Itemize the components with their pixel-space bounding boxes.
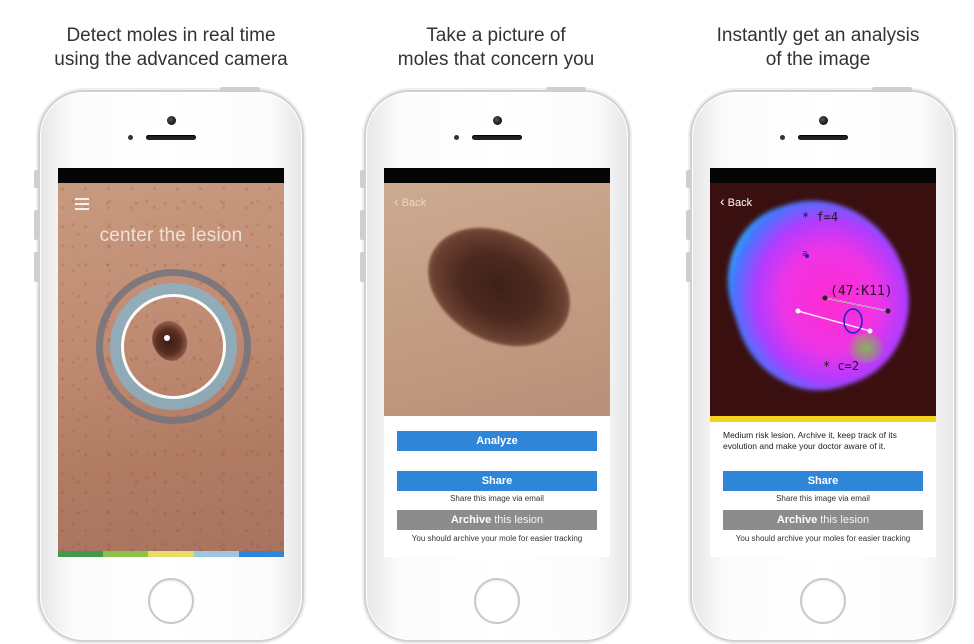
- caption-line: Instantly get an analysis: [716, 25, 920, 46]
- volume-up-button: [360, 210, 365, 240]
- home-button[interactable]: [474, 578, 520, 624]
- annotation-coords: (47:K11): [830, 284, 893, 299]
- archive-note: You should archive your moles for easier…: [735, 534, 911, 543]
- power-button: [220, 87, 260, 92]
- color-segment: [148, 551, 194, 557]
- home-button[interactable]: [148, 578, 194, 624]
- phone-camera: center the lesion: [34, 87, 302, 640]
- target-white-ring: [121, 294, 226, 399]
- mute-switch: [360, 170, 365, 188]
- share-note: Share this image via email: [776, 494, 870, 503]
- caption-line: using the advanced camera: [54, 49, 288, 70]
- target-reticle: [96, 269, 251, 424]
- risk-result-text: Medium risk lesion. Archive it, keep tra…: [723, 430, 897, 451]
- share-button[interactable]: Share: [723, 471, 923, 491]
- caption-line: moles that concern you: [397, 49, 595, 70]
- volume-down-button: [34, 252, 39, 282]
- caption-picture: Take a picture of moles that concern you: [346, 24, 646, 72]
- sensor-dot: [454, 135, 459, 140]
- measure-point: [867, 328, 873, 334]
- annotation-f: * f=4: [802, 210, 839, 224]
- lesion-contour: [843, 308, 863, 334]
- archive-note: You should archive your mole for easier …: [411, 534, 583, 543]
- chevron-left-icon: ‹: [394, 193, 399, 209]
- share-note: Share this image via email: [450, 494, 544, 503]
- volume-up-button: [34, 210, 39, 240]
- captured-photo: ‹ Back: [384, 183, 610, 416]
- heatmap-view: * f=4 a (47:K11) * c=2 ‹ Back: [710, 176, 936, 416]
- power-button: [546, 87, 586, 92]
- color-segment: [103, 551, 149, 557]
- mole-image: [407, 204, 591, 370]
- caption-analysis: Instantly get an analysis of the image: [668, 24, 968, 72]
- color-segment: [238, 551, 284, 557]
- sensor-dot: [128, 135, 133, 140]
- color-segment: [193, 551, 239, 557]
- front-camera: [167, 116, 176, 125]
- photo-screen: ‹ Back Analyze Share Share this image via…: [384, 168, 610, 557]
- phone-photo: ‹ Back Analyze Share Share this image via…: [360, 87, 628, 640]
- earpiece-speaker: [798, 135, 848, 140]
- measure-point: [795, 308, 801, 314]
- hamburger-menu-icon[interactable]: [75, 198, 89, 213]
- caption-line: Take a picture of: [426, 25, 566, 46]
- volume-up-button: [686, 210, 691, 240]
- archive-label-bold: Archive: [776, 514, 818, 526]
- archive-label-bold: Archive: [450, 514, 492, 526]
- measure-point: [822, 295, 828, 301]
- home-button[interactable]: [800, 578, 846, 624]
- earpiece-speaker: [146, 135, 196, 140]
- center-lesion-instruction: center the lesion: [99, 225, 243, 246]
- target-center-dot: [164, 335, 170, 341]
- mute-switch: [34, 170, 39, 188]
- action-panel: Analyze Share Share this image via email…: [384, 416, 610, 557]
- front-camera: [819, 116, 828, 125]
- chevron-left-icon: ‹: [720, 193, 725, 209]
- status-bar: [384, 168, 610, 183]
- sensor-dot: [780, 135, 785, 140]
- archive-button[interactable]: Archive this lesion: [397, 510, 597, 530]
- status-bar: [58, 168, 284, 183]
- back-button[interactable]: ‹ Back: [720, 193, 752, 209]
- volume-down-button: [686, 252, 691, 282]
- camera-viewfinder[interactable]: center the lesion: [58, 183, 284, 551]
- archive-label-light: this lesion: [820, 514, 870, 526]
- earpiece-speaker: [472, 135, 522, 140]
- archive-label-light: this lesion: [494, 514, 544, 526]
- caption-line: of the image: [765, 49, 871, 70]
- caption-line: Detect moles in real time: [66, 25, 276, 46]
- share-button[interactable]: Share: [397, 471, 597, 491]
- back-button[interactable]: ‹ Back: [394, 193, 426, 209]
- annotation-a: a: [802, 249, 808, 259]
- color-segment: [58, 551, 104, 557]
- power-button: [872, 87, 912, 92]
- mute-switch: [686, 170, 691, 188]
- volume-down-button: [360, 252, 365, 282]
- analysis-screen: * f=4 a (47:K11) * c=2 ‹ Back Medium risk…: [710, 168, 936, 557]
- analyze-button[interactable]: Analyze: [397, 431, 597, 451]
- archive-button[interactable]: Archive this lesion: [723, 510, 923, 530]
- annotation-c: * c=2: [823, 359, 860, 373]
- risk-color-bar: [58, 551, 284, 557]
- status-bar: [710, 168, 936, 183]
- front-camera: [493, 116, 502, 125]
- back-label: Back: [727, 197, 753, 209]
- camera-screen: center the lesion: [58, 168, 284, 557]
- measure-point: [885, 308, 891, 314]
- measure-line: [797, 310, 871, 332]
- phone-analysis: * f=4 a (47:K11) * c=2 ‹ Back Medium risk…: [686, 87, 954, 640]
- caption-detect: Detect moles in real time using the adva…: [21, 24, 321, 72]
- measure-line-shadow: [824, 297, 889, 312]
- back-label: Back: [401, 197, 427, 209]
